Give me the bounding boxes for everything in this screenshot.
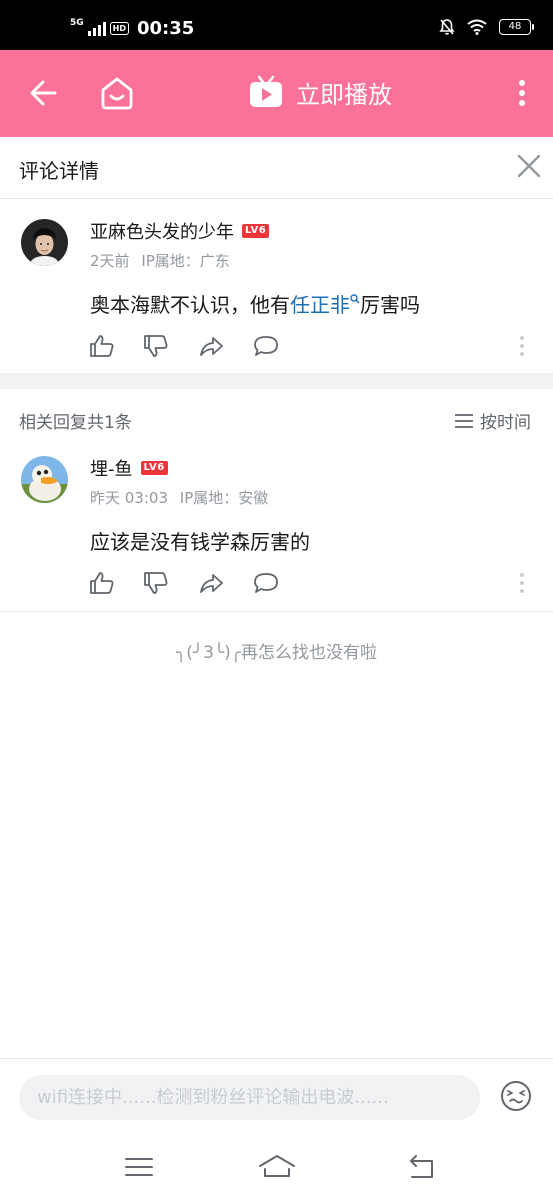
content-text-after: 厉害吗: [360, 293, 420, 317]
play-now-label: 立即播放: [296, 80, 392, 109]
hd-badge: HD: [109, 22, 129, 35]
avatar[interactable]: [21, 456, 68, 503]
reply-meta: 昨天 03:03 IP属地：安徽: [90, 487, 268, 508]
reply-content[interactable]: 应该是没有钱学森厉害的: [90, 526, 310, 555]
comment-detail-bar: 评论详情: [0, 137, 553, 199]
app-header: 立即播放: [0, 50, 553, 137]
signal-icon: [87, 21, 106, 36]
username-text: 埋-鱼: [90, 459, 133, 480]
status-bar: 5G HD 00:35 48: [0, 0, 553, 50]
system-nav-bar: [0, 1132, 553, 1200]
keyword-link[interactable]: 任正非: [290, 293, 350, 317]
comment-time: 2天前: [90, 252, 130, 270]
battery-icon: 48: [499, 19, 534, 35]
list-icon: [455, 413, 473, 428]
more-vertical-icon[interactable]: [519, 572, 525, 594]
end-of-list-message: ╮(╯3╰)╭再怎么找也没有啦: [175, 643, 378, 663]
comment-meta: 2天前 IP属地：广东: [90, 250, 230, 271]
close-icon[interactable]: [515, 152, 543, 180]
reply-username[interactable]: 埋-鱼 LV6: [90, 455, 168, 481]
comment-input-bar: wifi连接中......检测到粉丝评论输出电波......: [0, 1058, 553, 1132]
comment-input[interactable]: wifi连接中......检测到粉丝评论输出电波......: [19, 1075, 480, 1120]
reply-location: IP属地：安徽: [179, 489, 269, 507]
dislike-icon[interactable]: [143, 333, 169, 359]
reply-time: 昨天 03:03: [90, 489, 168, 507]
comment-location: IP属地：广东: [141, 252, 230, 270]
bell-off-icon: [439, 19, 455, 35]
reply-icon[interactable]: [253, 570, 279, 596]
username-text: 亚麻色头发的少年: [90, 222, 234, 243]
level-badge: LV6: [140, 461, 168, 475]
like-icon[interactable]: [89, 570, 115, 596]
more-vertical-icon[interactable]: [519, 335, 525, 357]
back-icon[interactable]: [406, 1152, 436, 1182]
like-icon[interactable]: [89, 333, 115, 359]
search-icon[interactable]: [350, 294, 360, 304]
dislike-icon[interactable]: [143, 570, 169, 596]
emoji-icon[interactable]: [499, 1079, 533, 1113]
comment-username[interactable]: 亚麻色头发的少年 LV6: [90, 218, 270, 244]
home-icon[interactable]: [98, 74, 136, 112]
network-type: 5G: [70, 17, 84, 28]
sort-label: 按时间: [480, 413, 531, 433]
content-text-before: 奥本海默不认识，他有: [90, 293, 290, 317]
comment-content[interactable]: 奥本海默不认识，他有任正非 厉害吗: [90, 289, 420, 318]
wifi-icon: [467, 19, 487, 35]
section-divider: [0, 373, 553, 389]
more-vertical-icon[interactable]: [510, 76, 534, 110]
home-icon[interactable]: [258, 1152, 296, 1182]
level-badge: LV6: [242, 224, 270, 238]
reply-count: 相关回复共1条: [19, 413, 132, 433]
tv-play-icon: [250, 75, 282, 107]
sort-button[interactable]: 按时间: [454, 408, 531, 433]
avatar[interactable]: [21, 219, 68, 266]
back-arrow-icon[interactable]: [26, 76, 60, 110]
share-icon[interactable]: [198, 570, 224, 596]
reply-icon[interactable]: [253, 333, 279, 359]
status-time: 00:35: [137, 18, 195, 39]
page-title: 评论详情: [19, 159, 99, 183]
play-now-button[interactable]: 立即播放: [248, 74, 392, 110]
share-icon[interactable]: [198, 333, 224, 359]
divider: [0, 611, 553, 612]
menu-icon[interactable]: [124, 1152, 154, 1182]
